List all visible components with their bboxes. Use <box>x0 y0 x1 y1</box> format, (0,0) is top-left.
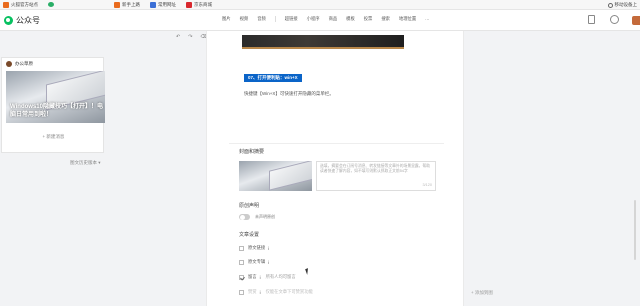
app-logo[interactable]: 公众号 <box>4 15 40 26</box>
bookmark-label: 京东商城 <box>194 1 212 7</box>
option-label: 留言 <box>248 274 257 279</box>
bookmark-wechat[interactable] <box>48 2 54 7</box>
option-hint: 所有人均可留言 <box>265 274 296 279</box>
body-paragraph[interactable]: 快捷键【Win+X】可快速打开隐藏的菜单栏。 <box>244 91 334 97</box>
wechat-icon <box>48 2 54 7</box>
original-toggle[interactable] <box>239 214 250 220</box>
article-list: 办公草原 Windows10隐藏技巧【打开】！电脑日常用到啦！ + 新建消息 <box>1 57 105 153</box>
firefox-icon <box>3 1 9 8</box>
app-title: 公众号 <box>16 16 40 25</box>
bookmark-label: 新手上路 <box>122 1 140 7</box>
preview-phone-icon[interactable] <box>588 15 595 24</box>
menu-video[interactable]: 视频 <box>240 16 249 22</box>
bookmark-label: 常用网址 <box>158 1 176 7</box>
content-image[interactable] <box>242 35 404 49</box>
option-source-link[interactable]: 原文链接 i <box>239 245 269 251</box>
menu-location[interactable]: 地理位置 <box>399 16 416 22</box>
option-info-icon: i <box>259 274 261 280</box>
bookmark-jd[interactable]: 京东商城 <box>186 1 212 8</box>
option-label: 赞赏 <box>248 289 257 294</box>
history-version-link[interactable]: 图文历史版本 ▾ <box>70 160 101 166</box>
article-card[interactable]: Windows10隐藏技巧【打开】！电脑日常用到啦！ <box>6 71 105 123</box>
option-info-icon: i <box>259 289 261 295</box>
firefox-icon <box>114 1 120 8</box>
bookmark-newbie[interactable]: 新手上路 <box>114 1 140 8</box>
option-info-icon: i <box>268 245 270 251</box>
scrollbar[interactable] <box>634 200 636 260</box>
folder-icon <box>150 1 156 8</box>
article-settings-label: 文章设置 <box>239 232 260 238</box>
option-reward[interactable]: 赞赏 i 仅能在文章下可赞赏功能 <box>239 289 313 295</box>
bookmark-label: 移动设备上 <box>614 2 638 7</box>
redo-icon[interactable]: ↷ <box>188 34 192 40</box>
menu-vote[interactable]: 投票 <box>364 16 373 22</box>
app-header: 公众号 图片 视频 音频 超链接 小程序 商品 模板 投票 搜索 地理位置 ··… <box>0 10 640 31</box>
account-avatar <box>6 61 12 67</box>
checkbox-checked[interactable] <box>239 274 244 280</box>
bookmark-mobile[interactable]: 移动设备上 <box>607 2 638 8</box>
menu-template[interactable]: 模板 <box>346 16 355 22</box>
option-label: 原文专辑 <box>248 259 266 264</box>
option-hint: 仅能在文章下可赞赏功能 <box>265 289 313 294</box>
menu-audio[interactable]: 音频 <box>257 16 266 22</box>
avatar[interactable] <box>632 16 640 25</box>
menu-product[interactable]: 商品 <box>329 16 338 22</box>
insert-menu: 图片 视频 音频 超链接 小程序 商品 模板 投票 搜索 地理位置 ··· <box>222 16 438 22</box>
menu-more[interactable]: ··· <box>425 17 429 22</box>
article-title: Windows10隐藏技巧【打开】！电脑日常用到啦！ <box>10 104 103 118</box>
menu-image[interactable]: 图片 <box>222 16 231 22</box>
option-comment[interactable]: 留言 i 所有人均可留言 <box>239 274 296 280</box>
settings-icon[interactable] <box>610 15 619 24</box>
wechat-mp-icon <box>4 16 13 25</box>
section-heading-tag[interactable]: 07、打开便利贴：win+X <box>244 74 302 82</box>
option-label: 原文链接 <box>248 245 266 250</box>
checkbox[interactable] <box>239 289 244 295</box>
option-info-icon: i <box>268 259 270 265</box>
account-name: 办公草原 <box>15 61 33 66</box>
menu-search[interactable]: 搜索 <box>381 16 390 22</box>
editor-canvas[interactable]: 07、打开便利贴：win+X 快捷键【Win+X】可快速打开隐藏的菜单栏。 封面… <box>206 31 464 306</box>
bookmark-label: 火狐官方站点 <box>11 1 38 7</box>
add-to-image-button[interactable]: + 添加到图 <box>471 290 493 296</box>
cover-summary-label: 封面和摘要 <box>239 149 265 155</box>
undo-icon[interactable]: ↶ <box>176 34 180 40</box>
original-toggle-label: 未声明原创 <box>255 214 275 219</box>
summary-textarea[interactable]: 选填，摘要会在订阅号消息、转发链接等文章外的场景显露，帮助读者快速了解内容，如不… <box>316 161 436 191</box>
cover-image[interactable] <box>239 161 312 191</box>
new-message-button[interactable]: + 新建消息 <box>2 134 105 140</box>
bookmarks-bar: 火狐官方站点 新手上路 常用网址 京东商城 移动设备上 <box>0 0 640 10</box>
checkbox[interactable] <box>239 245 244 251</box>
section-divider <box>229 143 444 144</box>
summary-count: 3/120 <box>422 183 432 187</box>
menu-link[interactable]: 超链接 <box>285 16 298 22</box>
account-row: 办公草原 <box>2 58 103 70</box>
bookmark-firefox[interactable]: 火狐官方站点 <box>3 1 38 8</box>
jd-icon <box>186 1 192 8</box>
option-album[interactable]: 原文专辑 i <box>239 259 269 265</box>
bookmark-common[interactable]: 常用网址 <box>150 1 176 8</box>
summary-placeholder: 选填，摘要会在订阅号消息、转发链接等文章外的场景显露，帮助读者快速了解内容，如不… <box>320 164 431 173</box>
original-label: 原创声明 <box>239 203 260 209</box>
checkbox[interactable] <box>239 259 244 265</box>
menu-miniprogram[interactable]: 小程序 <box>307 16 320 22</box>
mobile-icon <box>607 2 613 8</box>
menu-divider <box>274 16 276 22</box>
